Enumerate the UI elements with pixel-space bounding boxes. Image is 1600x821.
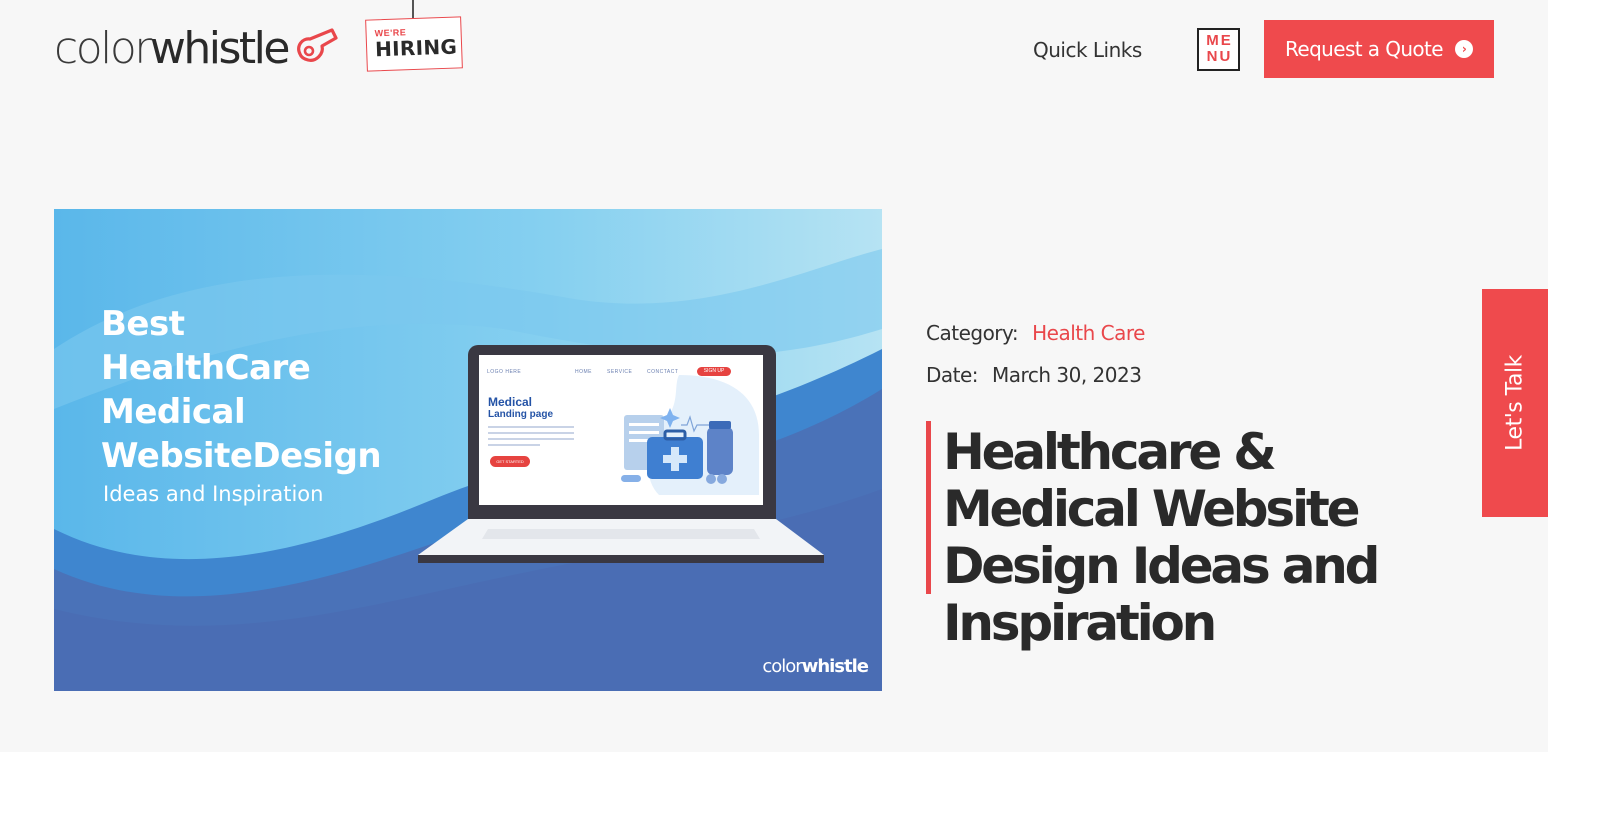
hero-brand-bold: whistle xyxy=(801,656,869,677)
logo-text-bold: whistle xyxy=(149,23,291,74)
site-logo[interactable]: colorwhistle xyxy=(54,24,340,74)
hero-headline-line: Medical xyxy=(101,392,246,432)
screen-paragraph-lines xyxy=(488,426,574,450)
date-value: March 30, 2023 xyxy=(992,363,1142,387)
date-label: Date: xyxy=(926,363,979,387)
screen-get-started-button: GET STARTED xyxy=(490,456,530,467)
menu-label-line2: NU xyxy=(1206,48,1233,65)
laptop-base xyxy=(418,519,824,563)
arrow-circle-right-icon: › xyxy=(1455,40,1473,58)
category-label: Category: xyxy=(926,321,1019,345)
request-quote-button[interactable]: Request a Quote › xyxy=(1264,20,1494,78)
screen-nav-item: HOME xyxy=(575,369,592,375)
laptop-screen-frame: LOGO HERE HOME SERVICE CONCTACT SIGN UP … xyxy=(468,345,776,519)
lets-talk-label: Let's Talk xyxy=(1502,355,1528,451)
lets-talk-tab[interactable]: Let's Talk xyxy=(1482,289,1548,517)
hero-subline: Ideas and Inspiration xyxy=(103,482,324,506)
logo-text-light: color xyxy=(54,23,152,74)
screen-title: Medical xyxy=(488,395,533,409)
post-title: Healthcare & Medical Website Design Idea… xyxy=(943,423,1380,652)
hero-headline-line: WebsiteDesign xyxy=(101,436,382,476)
laptop-illustration: LOGO HERE HOME SERVICE CONCTACT SIGN UP … xyxy=(416,345,826,567)
hero-brand-watermark: colorwhistle xyxy=(762,656,869,677)
post-date: Date: March 30, 2023 xyxy=(926,363,1142,387)
screen-logo-text: LOGO HERE xyxy=(487,369,522,375)
category-link[interactable]: Health Care xyxy=(1032,321,1145,345)
hiring-badge-big-text: HIRING xyxy=(374,34,458,62)
hero-headline: Best HealthCare Medical WebsiteDesign Id… xyxy=(101,302,382,506)
hero-brand-light: color xyxy=(762,656,802,677)
hero-headline-line: Best xyxy=(101,304,185,344)
featured-image: Best HealthCare Medical WebsiteDesign Id… xyxy=(54,209,882,691)
request-quote-label: Request a Quote xyxy=(1284,37,1444,61)
title-accent-bar xyxy=(926,421,931,594)
logo-wordmark: colorwhistle xyxy=(54,23,291,74)
hero-headline-line: HealthCare xyxy=(101,348,311,388)
hiring-badge[interactable]: WE'RE HIRING xyxy=(365,16,463,72)
menu-label-line1: ME xyxy=(1206,32,1233,49)
screen-title-sub: Landing page xyxy=(488,409,553,420)
whistle-icon xyxy=(297,28,338,62)
laptop-screen: LOGO HERE HOME SERVICE CONCTACT SIGN UP … xyxy=(479,355,763,505)
menu-button[interactable]: ME NU xyxy=(1197,28,1240,71)
medical-kit-icon xyxy=(621,375,759,495)
post-category: Category: Health Care xyxy=(926,321,1145,345)
quick-links-link[interactable]: Quick Links xyxy=(1033,38,1142,62)
